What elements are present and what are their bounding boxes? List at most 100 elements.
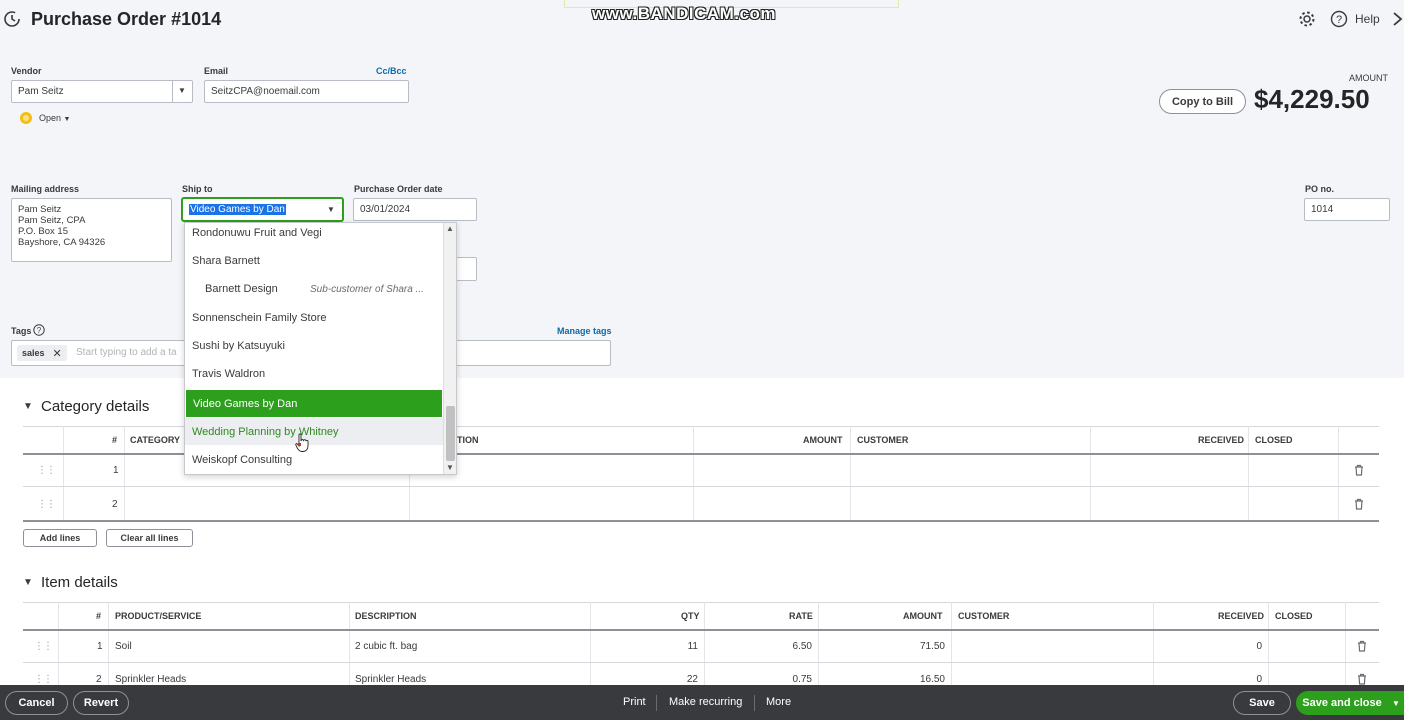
manage-tags-link[interactable]: Manage tags [557,326,612,336]
dropdown-option[interactable]: Rondonuwu Fruit and Vegi [185,223,443,247]
po-date-field[interactable]: 03/01/2024 [353,198,477,221]
amount-cell[interactable]: 71.50 [828,641,945,652]
category-details-title: Category details [41,398,150,415]
row-number: 1 [97,641,103,652]
amount-cell[interactable]: 16.50 [828,674,945,685]
product-cell[interactable]: Sprinkler Heads [115,674,186,685]
revert-button[interactable]: Revert [73,691,129,715]
make-recurring-button[interactable]: Make recurring [669,696,742,708]
close-icon[interactable]: ✕ [53,347,62,360]
trash-icon[interactable] [1354,498,1364,510]
drag-handle-icon[interactable]: ⋮⋮ [37,499,56,510]
column-divider [1338,426,1339,520]
chevron-up-icon[interactable]: ▲ [446,224,454,233]
help-label[interactable]: Help [1355,12,1380,26]
close-icon[interactable] [1392,11,1404,27]
column-header: AMOUNT [803,435,843,445]
column-header: RECEIVED [1198,435,1245,445]
more-button[interactable]: More [766,696,791,708]
drag-handle-icon[interactable]: ⋮⋮ [34,641,53,652]
table-bottom-border [23,520,1379,522]
dropdown-option-hover[interactable]: Wedding Planning by Whitney [185,418,443,445]
column-header: TION [457,435,479,445]
column-divider [1090,426,1091,520]
table-top-border [23,602,1379,603]
mailing-address-field[interactable]: Pam Seitz Pam Seitz, CPA P.O. Box 15 Bay… [11,198,172,262]
save-and-close-button[interactable]: Save and close [1296,691,1388,715]
tags-label: Tags [11,326,32,336]
clear-all-lines-button[interactable]: Clear all lines [106,529,193,547]
add-lines-button[interactable]: Add lines [23,529,97,547]
history-icon[interactable] [3,10,21,28]
chevron-down-icon: ▼ [63,116,71,123]
product-cell[interactable]: Soil [115,641,132,652]
row-divider [23,662,1379,663]
cc-bcc-link[interactable]: Cc/Bcc [376,66,407,76]
column-header: CATEGORY [130,435,181,445]
column-divider [818,602,819,685]
collapse-icon[interactable]: ▼ [23,401,33,412]
email-field[interactable]: SeitzCPA@noemail.com [204,80,409,103]
dropdown-option[interactable]: Shara Barnett [185,247,443,275]
rate-cell[interactable]: 6.50 [714,641,812,652]
status-dropdown[interactable]: Open ▼ [39,113,70,123]
description-cell[interactable]: 2 cubic ft. bag [355,641,417,652]
column-divider [590,602,591,685]
dropdown-option[interactable]: Barnett Design Sub-customer of Shara ... [185,275,443,303]
hidden-field-partial[interactable] [455,257,477,281]
print-button[interactable]: Print [623,696,646,708]
column-divider [1153,602,1154,685]
dropdown-option[interactable]: Sushi by Katsuyuki [185,332,443,360]
address-line: Pam Seitz, CPA [18,215,86,226]
ship-to-select[interactable]: Video Games by Dan [182,198,343,221]
help-icon[interactable]: ? [1330,10,1348,28]
column-divider [850,426,851,520]
column-header: DESCRIPTION [355,611,417,621]
vendor-divider [172,80,173,103]
po-no-field[interactable]: 1014 [1304,198,1390,221]
collapse-icon[interactable]: ▼ [23,577,33,588]
cancel-button[interactable]: Cancel [5,691,68,715]
chevron-down-icon[interactable]: ▼ [178,86,186,95]
option-label: Sonnenschein Family Store [192,312,327,324]
amount-value: $4,229.50 [1254,84,1370,114]
qty-cell[interactable]: 22 [600,674,698,685]
dropdown-scrollbar[interactable]: ▲ ▼ [443,223,456,474]
info-icon[interactable]: ? [33,324,45,336]
received-cell: 0 [1256,641,1262,652]
trash-icon[interactable] [1357,640,1367,652]
po-no-value: 1014 [1311,204,1334,215]
column-header: RECEIVED [1218,611,1265,621]
rate-cell[interactable]: 0.75 [714,674,812,685]
description-cell[interactable]: Sprinkler Heads [355,674,426,685]
dropdown-option-selected[interactable]: Video Games by Dan [186,390,442,417]
row-divider [23,486,1379,487]
item-details-title: Item details [41,574,118,591]
dropdown-option[interactable]: Sonnenschein Family Store [185,304,443,332]
qty-cell[interactable]: 11 [600,641,698,652]
copy-to-bill-button[interactable]: Copy to Bill [1159,89,1246,114]
vendor-select[interactable]: Pam Seitz [11,80,193,103]
ship-to-dropdown[interactable]: Rondonuwu Fruit and Vegi Shara Barnett B… [184,222,457,475]
trash-icon[interactable] [1354,464,1364,476]
save-button[interactable]: Save [1233,691,1291,715]
gear-icon[interactable] [1298,10,1316,28]
mailing-address-label: Mailing address [11,184,80,194]
drag-handle-icon[interactable]: ⋮⋮ [34,674,53,685]
scrollbar-thumb[interactable] [446,406,455,461]
option-label: Weiskopf Consulting [192,454,293,466]
column-divider [951,602,952,685]
dropdown-option[interactable]: Weiskopf Consulting [185,446,443,474]
chevron-down-icon[interactable]: ▼ [446,463,454,472]
drag-handle-icon[interactable]: ⋮⋮ [37,465,56,476]
ship-to-value: Video Games by Dan [189,204,286,215]
footer-divider [754,695,755,711]
column-header: QTY [681,611,700,621]
row-number: 2 [96,674,102,685]
trash-icon[interactable] [1357,673,1367,685]
chevron-down-icon[interactable]: ▼ [1388,691,1404,715]
status-label: Open [39,113,62,123]
pointer-cursor-icon [295,433,309,452]
dropdown-option[interactable]: Travis Waldron [185,360,443,388]
chevron-down-icon[interactable]: ▼ [327,205,335,214]
